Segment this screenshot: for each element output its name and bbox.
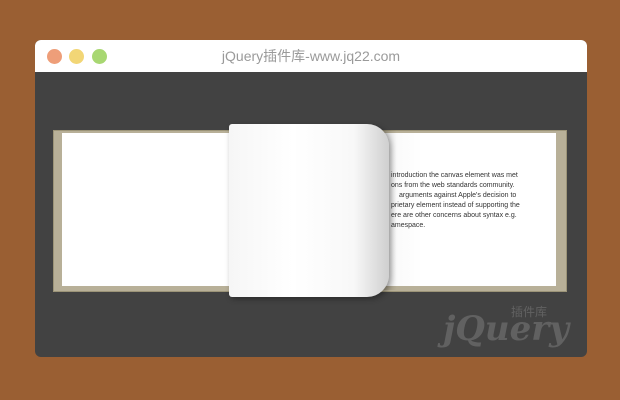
page-text-line: amespace. bbox=[391, 222, 426, 229]
book-stage: introduction the canvas element was met … bbox=[35, 72, 587, 357]
browser-window: jQuery插件库-www.jq22.com introduction the … bbox=[35, 40, 587, 357]
page-text-line: introduction the canvas element was met bbox=[391, 172, 518, 179]
turning-page[interactable] bbox=[229, 124, 389, 297]
page-text-line: arguments against Apple's decision to bbox=[399, 192, 517, 199]
jquery-logo-icon: jQuery 插件库 bbox=[437, 304, 571, 349]
jquery-logo-watermark: jQuery 插件库 bbox=[435, 302, 585, 352]
watermark-subtitle: 插件库 bbox=[511, 304, 547, 319]
page-text-line: prietary element instead of supporting t… bbox=[391, 202, 520, 209]
right-page-text: introduction the canvas element was met … bbox=[391, 171, 551, 231]
title-bar: jQuery插件库-www.jq22.com bbox=[35, 40, 587, 72]
page-text-line: ere are other concerns about syntax e.g. bbox=[391, 212, 517, 219]
page-text-line: ons from the web standards community. bbox=[391, 182, 515, 189]
window-title: jQuery插件库-www.jq22.com bbox=[221, 48, 401, 64]
watermark-brand: jQuery bbox=[437, 309, 571, 349]
